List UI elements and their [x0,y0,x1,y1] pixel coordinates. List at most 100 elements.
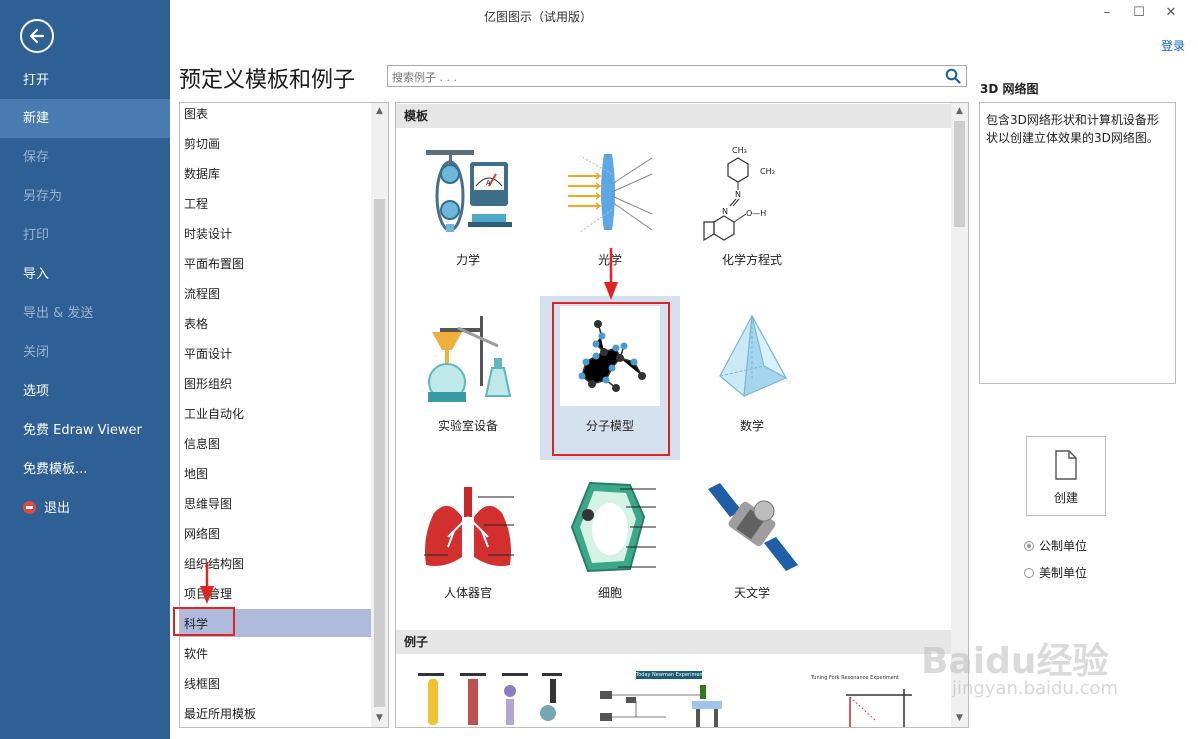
chem-ch3-b: CH₃ [760,167,775,176]
svg-text:A: A [486,179,491,187]
pyramid-icon [719,314,788,398]
annotation-arrow-down-science [200,562,214,604]
category-item[interactable]: 数据库 [180,163,371,193]
login-link[interactable]: 登录 [1161,37,1185,54]
category-item[interactable]: 线框图 [180,673,371,703]
template-tile-lab-equipment[interactable]: 实验室设备 [398,302,538,467]
template-label: 数学 [739,419,764,433]
chem-oh: O—H [746,209,766,218]
category-item[interactable]: 表格 [180,313,371,343]
template-label: 力学 [455,253,480,267]
sidebar-item-new[interactable]: 新建 [0,99,170,138]
category-scrollbar[interactable]: ▲ ▼ [371,103,388,727]
back-arrow-icon [29,28,45,44]
sidebar-item-exit[interactable]: 退出 [0,489,170,528]
category-item[interactable]: 平面布置图 [180,253,371,283]
category-item[interactable]: 地图 [180,463,371,493]
watermark-text: Baidu经验 [921,641,1109,682]
scroll-thumb[interactable] [954,121,965,227]
category-item[interactable]: 软件 [180,643,371,673]
radio-selected-icon[interactable] [1024,541,1034,551]
sidebar-item-export-send[interactable]: 导出 & 发送 [0,294,170,333]
sidebar-item-save-as[interactable]: 另存为 [0,177,170,216]
optics-icon [568,154,653,233]
close-window-button[interactable]: ✕ [1161,4,1181,22]
create-label: 创建 [1053,491,1078,505]
unit-label: 美制单位 [1039,566,1088,580]
template-label: 细胞 [597,586,622,600]
annotation-arrow-down [604,248,618,300]
template-label: 化学方程式 [721,253,782,267]
template-tile-chemical-formula[interactable]: CH₃ CH₃ N N O—H 化学方程式 [682,136,822,301]
new-document-icon [1055,450,1077,480]
sidebar-item-options[interactable]: 选项 [0,372,170,411]
example-caption: Tuning Fork Resonance Experiment [811,675,899,681]
template-label: 天文学 [733,586,770,600]
scroll-down-arrow[interactable]: ▼ [371,710,388,727]
scroll-up-arrow[interactable]: ▲ [371,103,388,120]
category-item[interactable]: 信息图 [180,433,371,463]
category-item[interactable]: 流程图 [180,283,371,313]
backstage-sidebar: 打开 新建 保存 另存为 打印 导入 导出 & 发送 关闭 选项 免费 Edra… [0,0,170,739]
category-item[interactable]: 思维导图 [180,493,371,523]
lungs-icon [424,487,514,566]
window-title: 亿图图示（试用版） [484,10,593,24]
detail-title: 3D 网络图 [980,82,1039,96]
example-thumb-newton[interactable]: Today Newman Experiment [596,669,726,727]
template-tile-cell[interactable]: 细胞 [540,469,680,634]
unit-option-us[interactable]: 美制单位 [1024,564,1087,581]
maximize-button[interactable]: ☐ [1129,4,1149,22]
sidebar-item-save[interactable]: 保存 [0,138,170,177]
watermark: Baidu经验 jingyan.baidu.com [915,630,1155,730]
template-tile-human-organs[interactable]: 人体器官 [398,469,538,634]
example-thumb-mechanics[interactable] [414,669,564,728]
satellite-icon [708,483,798,571]
category-item[interactable]: 最近所用模板 [180,703,371,727]
radio-empty-icon[interactable] [1024,568,1034,578]
category-item[interactable]: 图形组织 [180,373,371,403]
template-label: 实验室设备 [437,419,498,433]
category-item[interactable]: 剪切画 [180,133,371,163]
templates-section-header: 模板 [396,104,951,128]
example-caption: Today Newman Experiment [636,671,702,679]
category-item[interactable]: 平面设计 [180,343,371,373]
chem-n2: N [722,207,728,216]
mechanics-icon: A [426,150,512,232]
category-item[interactable]: 工程 [180,193,371,223]
scroll-thumb[interactable] [374,199,385,707]
sidebar-item-open[interactable]: 打开 [0,61,170,100]
sidebar-item-import[interactable]: 导入 [0,255,170,294]
annotation-box-molecule [552,302,670,456]
create-button[interactable]: 创建 [1026,436,1106,516]
chem-ch3-a: CH₃ [732,146,747,155]
category-item[interactable]: 网络图 [180,523,371,553]
page-title: 预定义模板和例子 [179,68,356,93]
watermark-url: jingyan.baidu.com [951,678,1119,699]
chem-n1: N [735,190,741,199]
category-item[interactable]: 时装设计 [180,223,371,253]
template-tile-math[interactable]: 数学 [682,302,822,467]
exit-label: 退出 [44,501,71,516]
unit-option-metric[interactable]: 公制单位 [1024,537,1087,554]
search-input[interactable] [390,67,934,87]
template-label: 人体器官 [443,586,492,600]
sidebar-item-free-templates[interactable]: 免费模板... [0,450,170,489]
template-gallery: 模板 A 力学 光学 CH₃ [395,102,969,728]
search-icon[interactable] [945,68,961,84]
examples-section-header: 例子 [396,630,951,654]
search-box[interactable] [387,65,967,87]
minimize-button[interactable]: – [1097,4,1117,22]
template-tile-mechanics[interactable]: A 力学 [398,136,538,301]
back-button[interactable] [20,19,54,53]
category-item[interactable]: 图表 [180,103,371,133]
unit-label: 公制单位 [1039,539,1088,553]
sidebar-item-close[interactable]: 关闭 [0,333,170,372]
template-tile-astronomy[interactable]: 天文学 [682,469,822,634]
sidebar-item-print[interactable]: 打印 [0,216,170,255]
scroll-up-arrow[interactable]: ▲ [951,103,968,120]
exit-icon [23,501,36,514]
lab-equipment-icon [428,316,512,402]
sidebar-item-free-viewer[interactable]: 免费 Edraw Viewer [0,411,170,450]
category-item[interactable]: 工业自动化 [180,403,371,433]
chemical-formula-icon: CH₃ CH₃ N N O—H [703,146,775,242]
